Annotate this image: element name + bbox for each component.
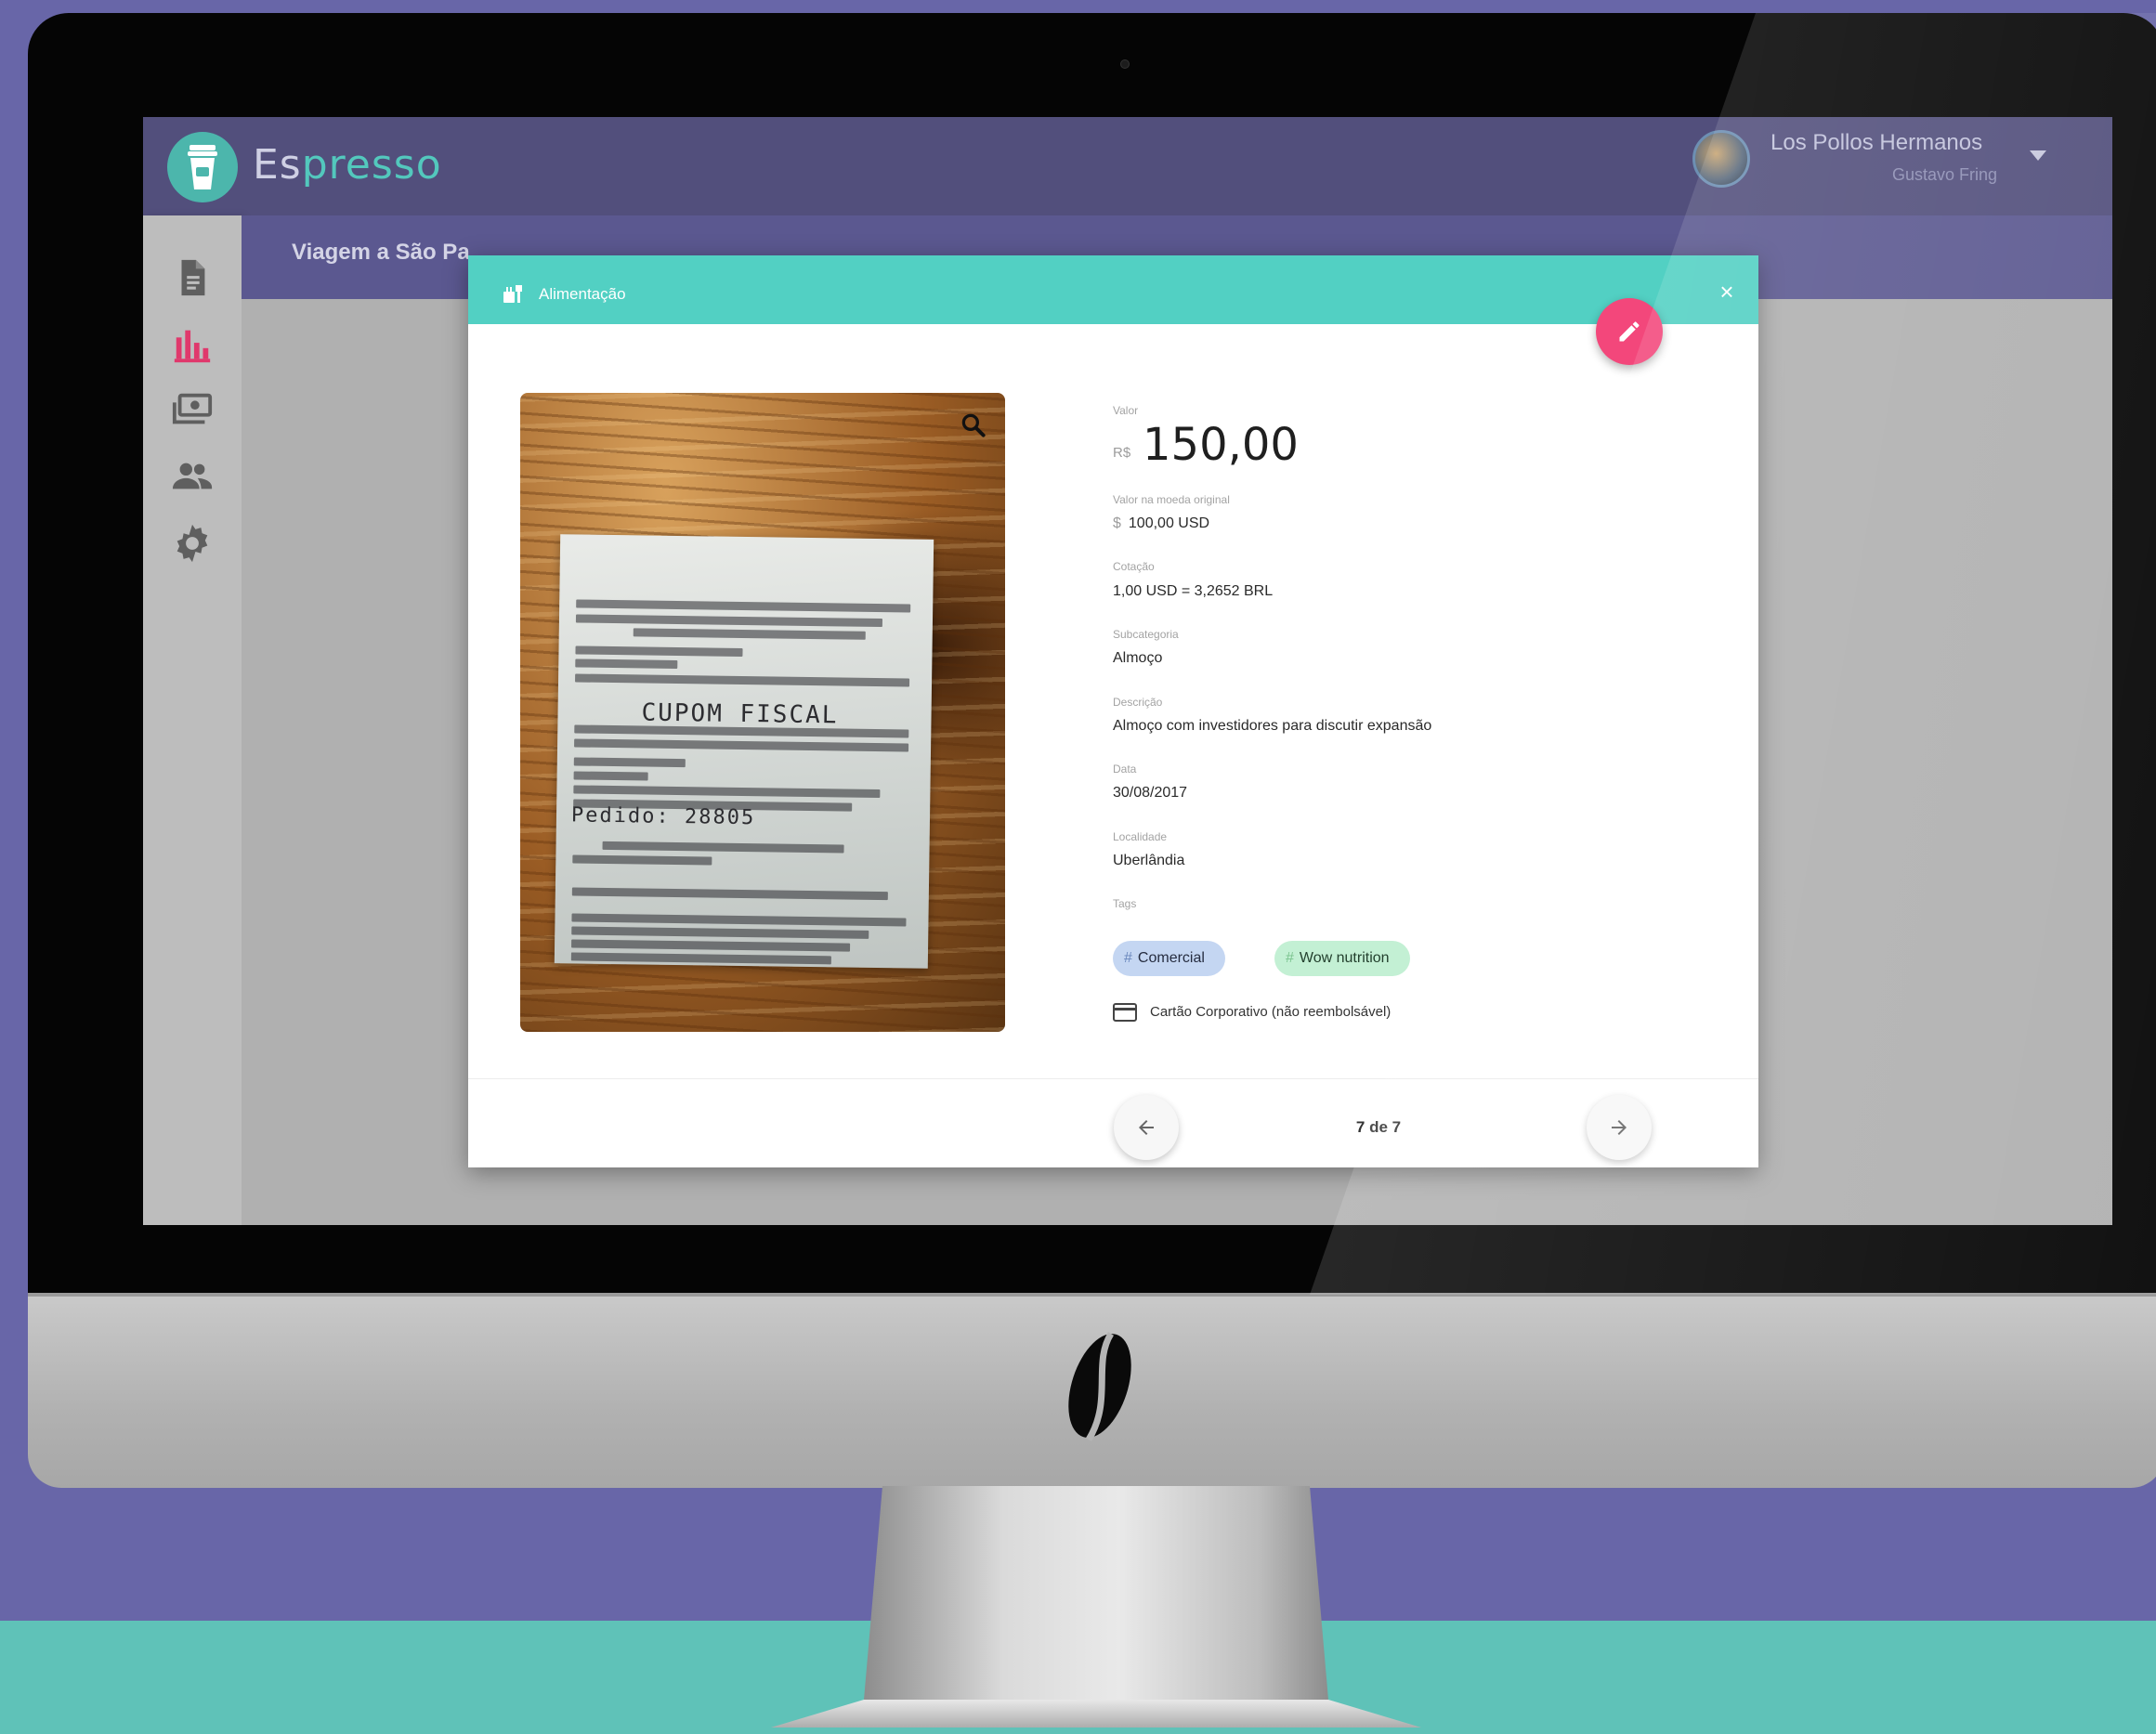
monitor-bezel: Espresso Los Pollos Hermanos Gustavo Fri… xyxy=(28,13,2156,1295)
original-value-text: 100,00 USD xyxy=(1128,515,1210,531)
camera xyxy=(1120,59,1130,69)
tag-comercial[interactable]: # Comercial xyxy=(1113,941,1225,976)
original-value-label: Valor na moeda original xyxy=(1113,493,1230,506)
caret-down-icon[interactable] xyxy=(2030,150,2046,161)
receipt-order: Pedido: 28805 xyxy=(570,803,756,830)
app-screen: Espresso Los Pollos Hermanos Gustavo Fri… xyxy=(143,117,2112,1225)
brand-prefix: Es xyxy=(253,141,302,189)
user-name: Gustavo Fring xyxy=(1891,165,1997,184)
subcategory-value: Almoço xyxy=(1113,650,1163,666)
arrow-right-icon xyxy=(1612,1120,1627,1135)
pencil-icon xyxy=(1619,321,1640,342)
trip-title: Viagem a São Pa xyxy=(292,240,470,265)
description-label: Descrição xyxy=(1113,696,1163,709)
hash-icon: # xyxy=(1286,950,1294,966)
magnifier-icon[interactable] xyxy=(960,411,987,439)
value-label: Valor xyxy=(1113,404,1139,417)
arrow-left-icon xyxy=(1139,1120,1154,1135)
document-icon[interactable] xyxy=(171,256,214,299)
money-icon[interactable] xyxy=(171,388,214,431)
sidebar xyxy=(143,215,242,1225)
expense-detail-modal: Alimentação × CUPOM FISCAL Pedido: 28805… xyxy=(468,255,1758,1167)
coffee-bean-logo-icon xyxy=(1068,1332,1131,1441)
bar-chart-icon[interactable] xyxy=(171,323,214,366)
coffee-cup-logo-icon[interactable] xyxy=(167,132,238,202)
divider xyxy=(468,1078,1758,1079)
expense-amount: 150,00 xyxy=(1143,419,1299,471)
original-value: $100,00 USD xyxy=(1113,515,1209,532)
date-value: 30/08/2017 xyxy=(1113,785,1188,801)
brand-suffix: presso xyxy=(301,141,442,189)
tag-wow-nutrition[interactable]: # Wow nutrition xyxy=(1274,941,1410,976)
location-label: Localidade xyxy=(1113,830,1168,843)
edit-button[interactable] xyxy=(1596,298,1663,365)
rate-value: 1,00 USD = 3,2652 BRL xyxy=(1113,583,1274,599)
gear-icon[interactable] xyxy=(171,522,214,565)
date-label: Data xyxy=(1113,763,1137,776)
rate-label: Cotação xyxy=(1113,560,1155,573)
page-indicator: 7 de 7 xyxy=(1355,1118,1402,1136)
tag-label: Comercial xyxy=(1137,950,1205,966)
next-button[interactable] xyxy=(1587,1095,1652,1160)
avatar[interactable] xyxy=(1692,130,1750,188)
value-currency: R$ xyxy=(1113,445,1131,461)
cutlery-icon xyxy=(503,285,522,303)
monitor-stand xyxy=(864,1486,1328,1700)
close-icon[interactable]: × xyxy=(1713,278,1741,306)
app-header: Espresso Los Pollos Hermanos Gustavo Fri… xyxy=(143,117,2112,215)
brand-logo[interactable]: Espresso xyxy=(253,141,442,189)
receipt-paper: CUPOM FISCAL Pedido: 28805 xyxy=(554,534,934,969)
hash-icon: # xyxy=(1124,950,1132,966)
people-icon[interactable] xyxy=(171,455,214,498)
category-title: Alimentação xyxy=(539,285,626,303)
credit-card-icon xyxy=(1113,1003,1137,1022)
tag-label: Wow nutrition xyxy=(1299,950,1390,966)
location-value: Uberlândia xyxy=(1113,853,1185,868)
tags-label: Tags xyxy=(1113,897,1137,910)
description-value: Almoço com investidores para discutir ex… xyxy=(1113,718,1432,734)
receipt-image[interactable]: CUPOM FISCAL Pedido: 28805 xyxy=(520,393,1005,1032)
original-currency-symbol: $ xyxy=(1113,515,1121,531)
receipt-heading: CUPOM FISCAL xyxy=(641,698,839,730)
company-name[interactable]: Los Pollos Hermanos xyxy=(1771,130,1982,156)
modal-header: Alimentação × xyxy=(468,255,1758,324)
previous-button[interactable] xyxy=(1114,1095,1179,1160)
subcategory-label: Subcategoria xyxy=(1113,628,1179,641)
payment-method: Cartão Corporativo (não reembolsável) xyxy=(1150,1004,1392,1020)
